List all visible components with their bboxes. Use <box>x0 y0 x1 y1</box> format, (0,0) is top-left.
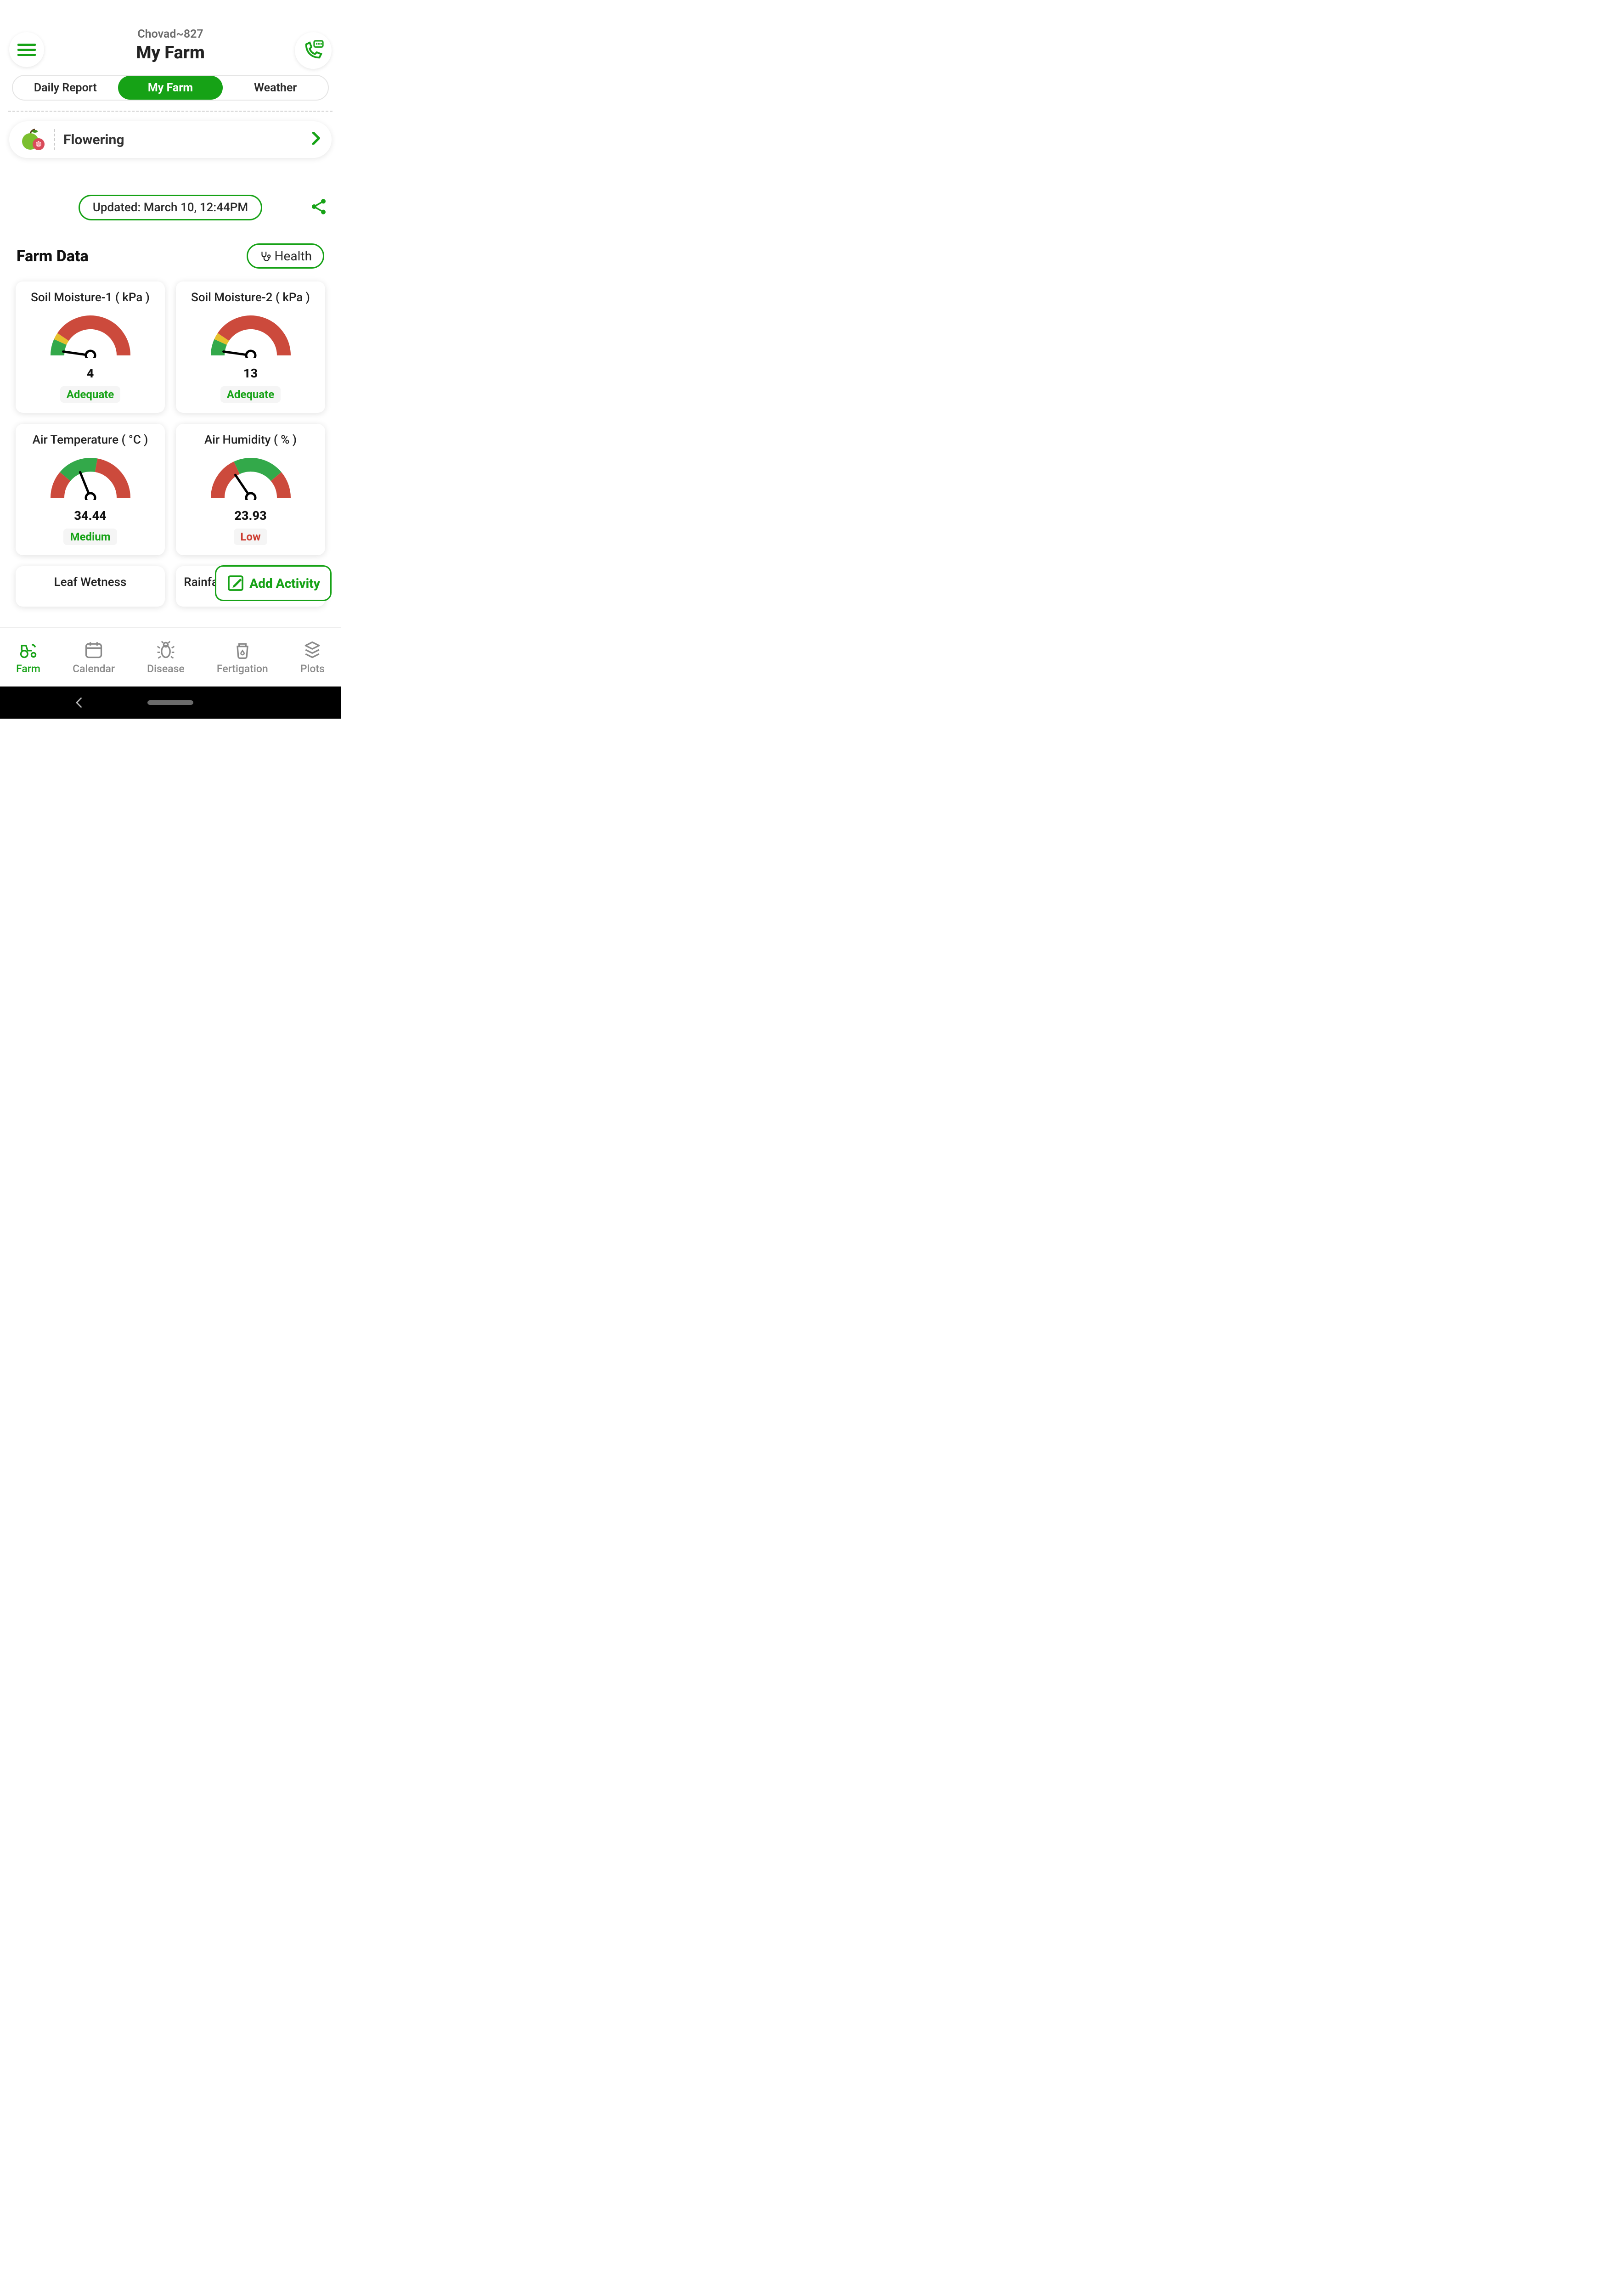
nav-calendar[interactable]: Calendar <box>73 640 115 675</box>
nav-fertigation[interactable]: Fertigation <box>217 640 268 675</box>
share-button[interactable] <box>310 197 328 218</box>
sensor-card[interactable]: Air Temperature ( °C ) 34.44 Medium <box>16 424 165 555</box>
nav-plots[interactable]: Plots <box>300 640 325 675</box>
page-title: My Farm <box>136 43 205 63</box>
android-system-bar <box>0 687 341 719</box>
vertical-divider <box>54 129 55 150</box>
crop-fruit-icon <box>20 127 46 152</box>
calendar-icon <box>84 640 104 660</box>
nav-label: Plots <box>300 663 325 675</box>
header-subtitle: Chovad~827 <box>136 28 205 41</box>
tab-weather[interactable]: Weather <box>223 76 328 100</box>
card-title: Soil Moisture-2 ( kPa ) <box>191 291 310 304</box>
layers-icon <box>302 640 322 660</box>
hamburger-icon <box>17 41 36 59</box>
nav-label: Farm <box>16 663 40 675</box>
tab-daily-report[interactable]: Daily Report <box>13 76 118 100</box>
card-value: 4 <box>87 366 94 381</box>
system-home-pill[interactable] <box>147 700 193 705</box>
section-title: Farm Data <box>17 247 89 265</box>
card-title: Soil Moisture-1 ( kPa ) <box>31 291 150 304</box>
card-value: 23.93 <box>234 508 266 523</box>
nav-disease[interactable]: Disease <box>147 640 185 675</box>
card-value: 34.44 <box>74 508 106 523</box>
gauge-icon <box>207 454 294 500</box>
stethoscope-icon <box>259 250 271 262</box>
card-status: Adequate <box>60 386 121 403</box>
health-button[interactable]: Health <box>247 243 324 269</box>
card-status: Low <box>234 529 267 545</box>
add-activity-button[interactable]: Add Activity <box>215 565 332 601</box>
tractor-icon <box>18 640 39 660</box>
phone-chat-icon <box>303 40 324 61</box>
crop-stage-label: Flowering <box>63 132 312 148</box>
divider <box>8 111 333 112</box>
nav-label: Calendar <box>73 663 115 675</box>
health-label: Health <box>275 248 312 264</box>
card-value: 13 <box>243 366 258 381</box>
bug-icon <box>156 640 176 660</box>
card-title: Air Humidity ( % ) <box>204 433 297 447</box>
system-back-icon[interactable] <box>73 698 84 708</box>
header-center: Chovad~827 My Farm <box>136 28 205 63</box>
card-title: Leaf Wetness <box>54 575 127 589</box>
nav-farm[interactable]: Farm <box>16 640 40 675</box>
crop-stage-row[interactable]: Flowering <box>9 121 332 158</box>
nav-label: Disease <box>147 663 185 675</box>
bottom-nav: Farm Calendar Disease Fertigation Plots <box>0 627 341 687</box>
menu-button[interactable] <box>9 32 44 67</box>
top-tabs: Daily Report My Farm Weather <box>12 75 329 101</box>
card-status: Adequate <box>220 386 281 403</box>
add-activity-label: Add Activity <box>249 576 320 591</box>
nav-label: Fertigation <box>217 663 268 675</box>
card-title: Air Temperature ( °C ) <box>33 433 148 447</box>
support-call-button[interactable] <box>295 32 332 69</box>
updated-timestamp[interactable]: Updated: March 10, 12:44PM <box>79 195 262 220</box>
sensor-card[interactable]: Air Humidity ( % ) 23.93 Low <box>176 424 325 555</box>
edit-icon <box>226 574 245 592</box>
chevron-right-icon <box>312 132 321 148</box>
sensor-card[interactable]: Leaf Wetness <box>16 566 165 607</box>
fertigation-icon <box>232 640 253 660</box>
tab-my-farm[interactable]: My Farm <box>118 76 223 100</box>
sensor-card[interactable]: Soil Moisture-2 ( kPa ) 13 Adequate <box>176 281 325 413</box>
gauge-icon <box>207 312 294 358</box>
gauge-icon <box>47 312 134 358</box>
sensor-card[interactable]: Soil Moisture-1 ( kPa ) 4 Adequate <box>16 281 165 413</box>
gauge-icon <box>47 454 134 500</box>
card-status: Medium <box>63 529 117 545</box>
